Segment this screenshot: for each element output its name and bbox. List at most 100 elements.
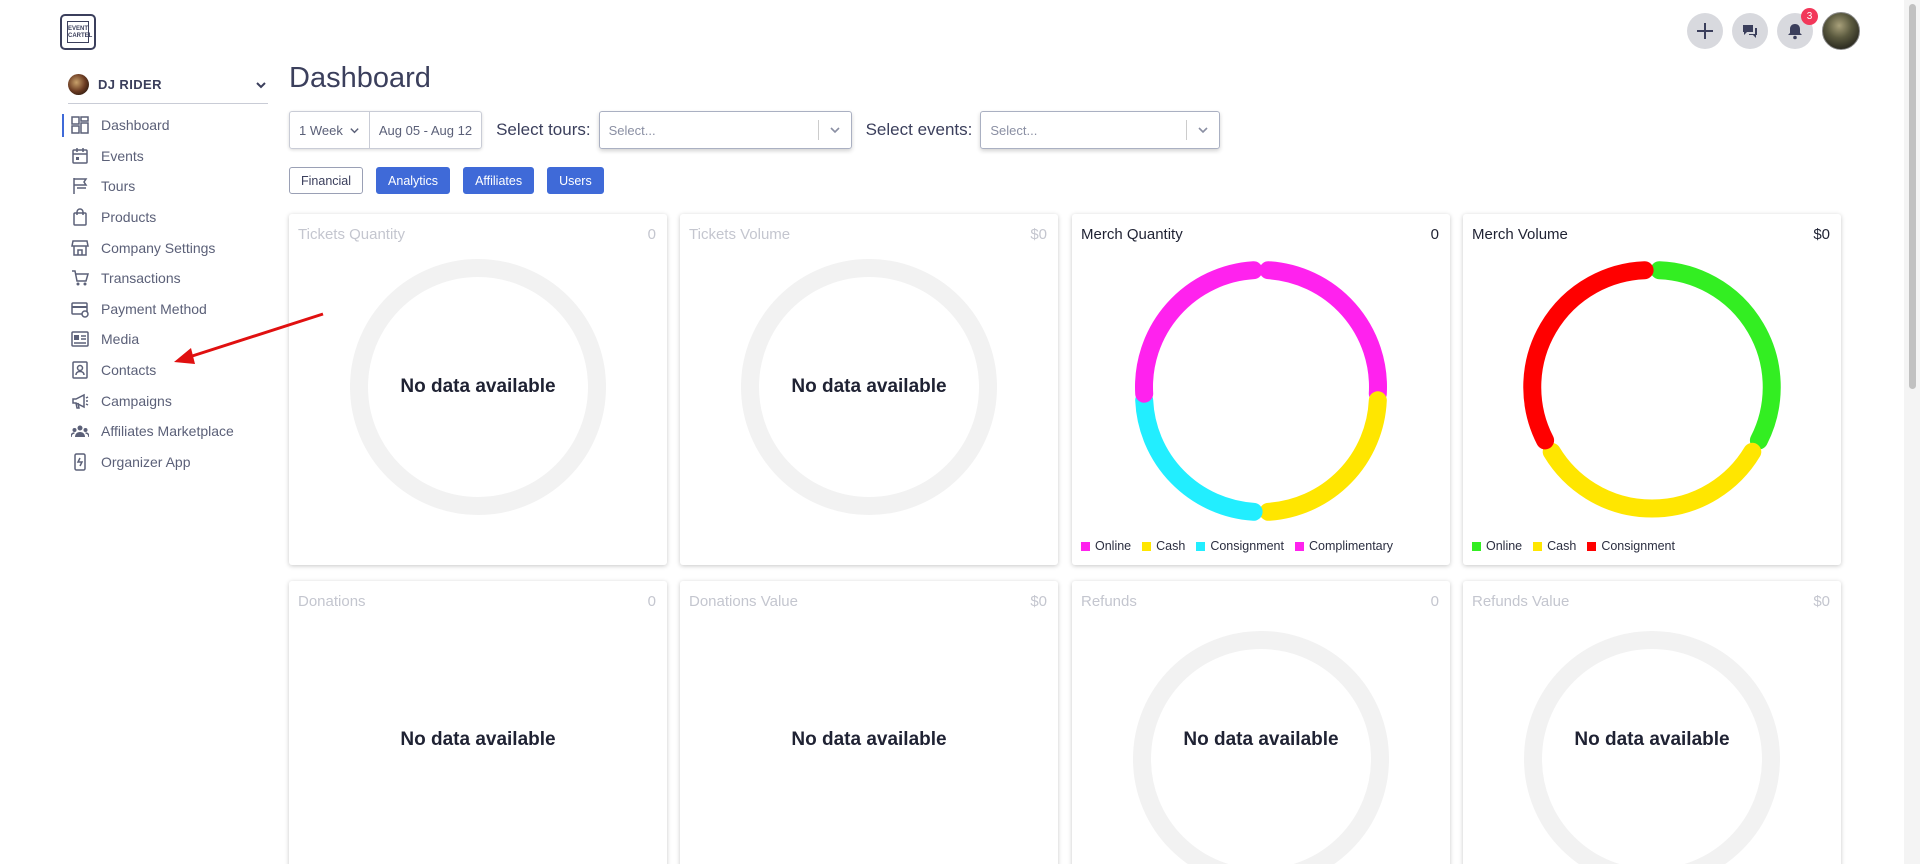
sidebar-item-company-settings[interactable]: Company Settings — [62, 232, 272, 263]
org-name: DJ RIDER — [98, 77, 162, 92]
chevron-down-icon — [1187, 124, 1219, 136]
sidebar-item-transactions[interactable]: Transactions — [62, 263, 272, 294]
legend-item-cash[interactable]: Cash — [1533, 539, 1576, 553]
legend-swatch — [1587, 541, 1597, 551]
sidebar-item-label: Products — [101, 209, 157, 226]
event-cartel-logo[interactable]: EVENT CARTEL — [60, 14, 96, 50]
tab-users[interactable]: Users — [547, 167, 604, 194]
no-data-message: No data available — [791, 376, 947, 397]
donut-segment-cash — [1542, 442, 1762, 518]
no-data-message: No data available — [791, 729, 947, 750]
plus-icon — [1697, 23, 1713, 39]
legend-swatch — [1081, 541, 1090, 551]
org-avatar — [68, 74, 89, 95]
sidebar-item-label: Tours — [101, 178, 136, 195]
sidebar-nav: Dashboard Events Tours Products Company … — [62, 110, 272, 477]
legend-swatch — [1472, 541, 1481, 551]
phone-app-icon — [70, 452, 90, 472]
range-dates-field[interactable]: Aug 05 - Aug 12 — [370, 112, 481, 148]
merch-volume-donut — [1523, 261, 1781, 518]
sidebar-item-label: Campaigns — [101, 392, 172, 409]
chart-legend: Online Cash Consignment Complimentary — [1081, 539, 1393, 553]
sidebar-item-events[interactable]: Events — [62, 141, 272, 172]
date-range-picker: 1 Week Aug 05 - Aug 12 — [289, 111, 483, 149]
donut-segment-consignment — [1523, 261, 1654, 450]
flag-icon — [70, 176, 90, 196]
card-title: Donations — [298, 593, 366, 610]
organization-switcher[interactable]: DJ RIDER — [68, 72, 268, 104]
legend-label: Consignment — [1210, 539, 1284, 553]
sidebar-item-affiliates-marketplace[interactable]: Affiliates Marketplace — [62, 416, 272, 447]
sidebar-item-organizer-app[interactable]: Organizer App — [62, 447, 272, 478]
top-actions: 3 — [1687, 8, 1860, 50]
legend-label: Online — [1486, 539, 1523, 553]
notifications-button[interactable]: 3 — [1777, 8, 1818, 49]
sidebar-item-label: Dashboard — [101, 117, 170, 134]
donut-segment-consignment — [1135, 391, 1263, 521]
megaphone-icon — [70, 391, 90, 411]
chevron-down-icon — [819, 124, 851, 136]
chat-icon — [1743, 25, 1757, 38]
scrollbar-thumb[interactable] — [1909, 4, 1916, 389]
store-icon — [70, 238, 90, 258]
range-period-select[interactable]: 1 Week — [290, 112, 370, 148]
tab-financial[interactable]: Financial — [289, 167, 364, 194]
donut-segment-complimentary — [1259, 261, 1387, 403]
donut-segment-online — [1650, 261, 1781, 450]
no-data-message: No data available — [1183, 729, 1339, 750]
no-data-message: No data available — [400, 729, 556, 750]
dashboard-icon — [70, 115, 90, 135]
legend-item-online[interactable]: Online — [1472, 539, 1522, 553]
bell-icon — [1788, 24, 1802, 40]
messages-button[interactable] — [1732, 13, 1768, 49]
legend-swatch — [1196, 541, 1206, 551]
card-settings-icon — [70, 299, 90, 319]
media-icon — [70, 329, 90, 349]
legend-item-consignment[interactable]: Consignment — [1587, 539, 1675, 553]
sidebar-item-media[interactable]: Media — [62, 324, 272, 355]
legend-item-consignment[interactable]: Consignment — [1196, 539, 1284, 553]
legend-item-online[interactable]: Online — [1081, 539, 1131, 553]
user-avatar[interactable] — [1822, 12, 1860, 50]
group-icon — [70, 421, 90, 441]
range-dates-value: Aug 05 - Aug 12 — [378, 122, 473, 138]
notification-count-badge: 3 — [1801, 8, 1818, 25]
card-header: Donations 0 — [298, 593, 656, 610]
empty-donut — [1524, 631, 1780, 864]
sidebar-item-contacts[interactable]: Contacts — [62, 355, 272, 386]
tours-filter-label: Select tours: — [496, 120, 591, 139]
legend-item-cash[interactable]: Cash — [1142, 539, 1185, 553]
sidebar-item-label: Transactions — [101, 270, 181, 287]
legend-label: Complimentary — [1308, 539, 1394, 553]
legend-label: Consignment — [1601, 539, 1675, 553]
merch-quantity-donut — [1135, 261, 1387, 521]
sidebar-item-campaigns[interactable]: Campaigns — [62, 385, 272, 416]
sidebar-item-tours[interactable]: Tours — [62, 171, 272, 202]
sidebar-item-dashboard[interactable]: Dashboard — [62, 110, 272, 141]
sidebar-item-label: Affiliates Marketplace — [101, 423, 234, 440]
no-data-message: No data available — [1574, 729, 1730, 750]
tours-select-placeholder: Select... — [608, 122, 656, 138]
legend-swatch — [1294, 541, 1304, 551]
sidebar-item-products[interactable]: Products — [62, 202, 272, 233]
page-scrollbar[interactable] — [1904, 0, 1920, 864]
add-button[interactable] — [1687, 13, 1723, 49]
tickets-volume-card: Tickets Volume $0 No data available — [680, 214, 1058, 565]
sidebar-item-payment-method[interactable]: Payment Method — [62, 294, 272, 325]
events-select[interactable]: Select... — [980, 111, 1221, 149]
sidebar-item-label: Organizer App — [101, 453, 191, 470]
sidebar-item-label: Contacts — [101, 362, 157, 379]
legend-item-complimentary[interactable]: Complimentary — [1294, 539, 1394, 553]
filter-row: 1 Week Aug 05 - Aug 12 Select tours: Sel… — [289, 111, 1221, 149]
donut-segment-cash — [1259, 391, 1387, 521]
tab-affiliates[interactable]: Affiliates — [463, 167, 535, 194]
calendar-icon — [70, 146, 90, 166]
page-title: Dashboard — [289, 62, 431, 94]
merch-volume-card: Merch Volume $0 Online Cash Consignment — [1463, 214, 1841, 565]
tours-select[interactable]: Select... — [598, 111, 852, 149]
refunds-card: Refunds 0 No data available — [1072, 581, 1450, 864]
chart-legend: Online Cash Consignment — [1472, 539, 1675, 553]
tab-analytics[interactable]: Analytics — [376, 167, 451, 194]
sidebar-item-label: Company Settings — [101, 239, 216, 256]
events-filter-label: Select events: — [865, 120, 973, 139]
